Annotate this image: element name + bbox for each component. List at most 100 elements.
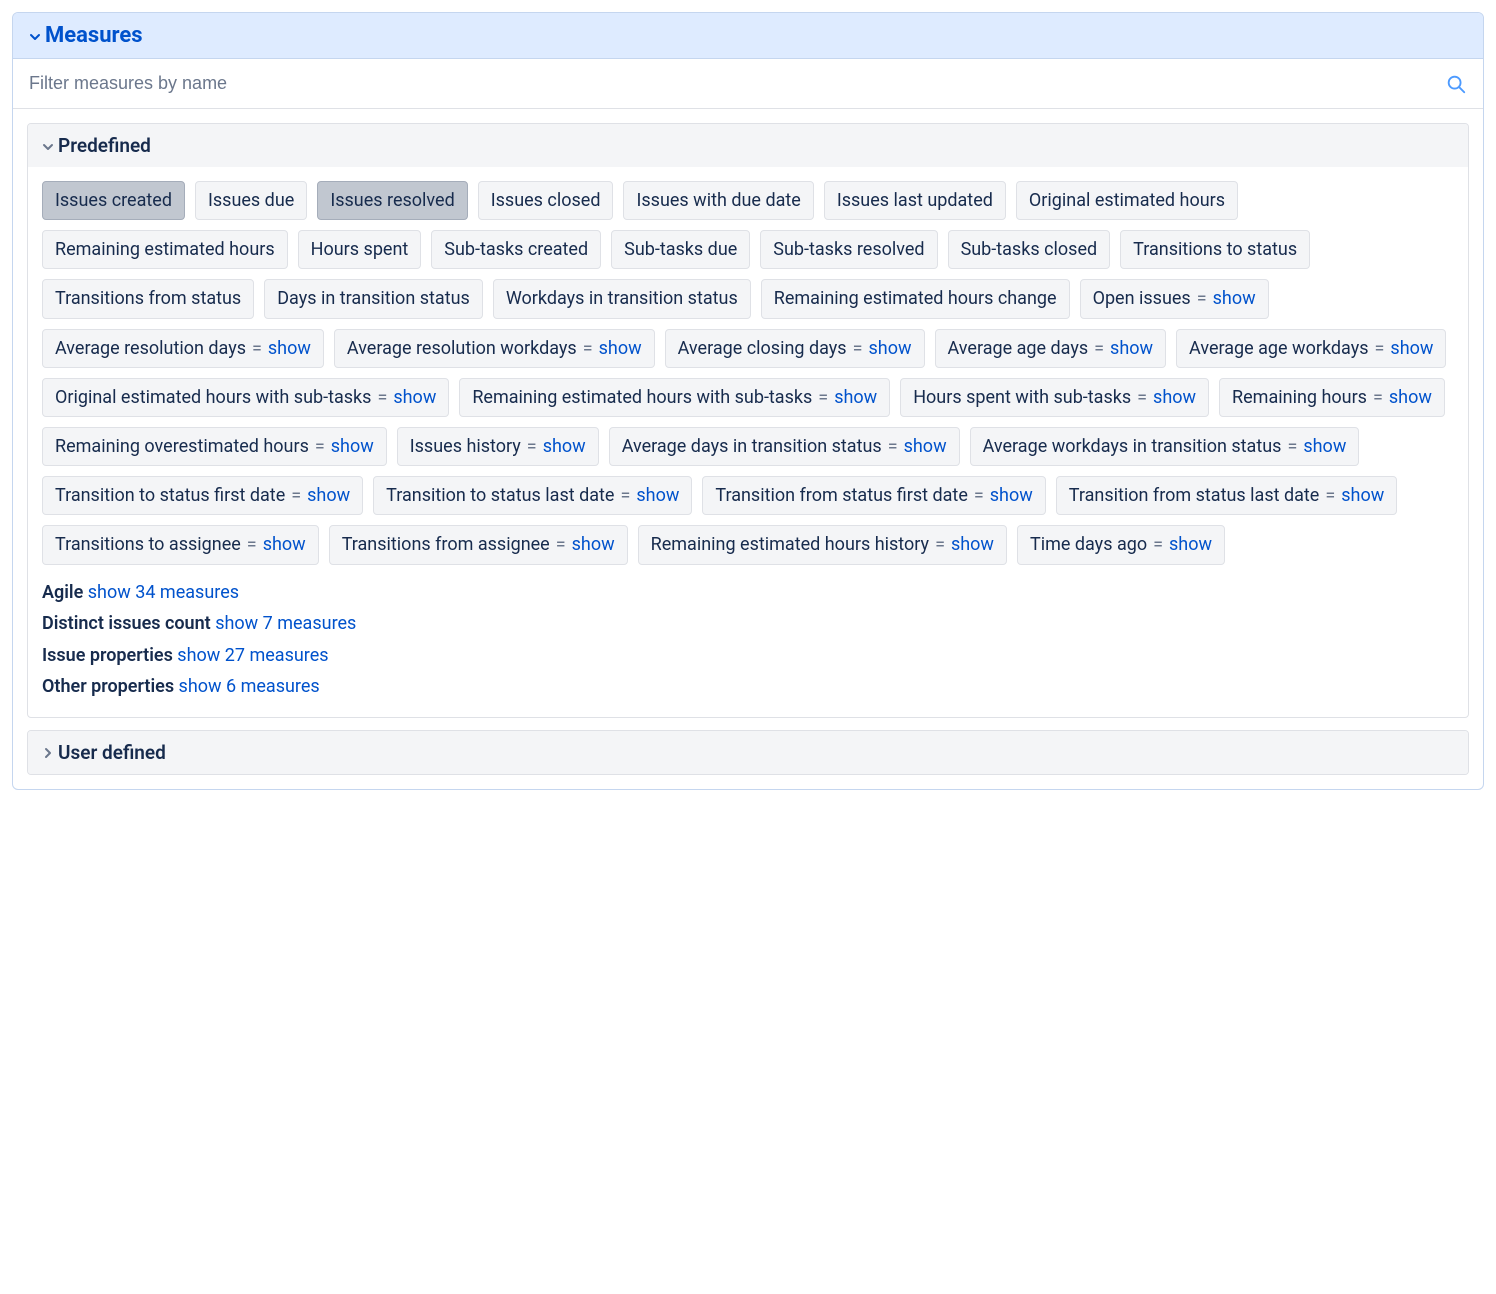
chip-label: Issues closed (491, 188, 601, 213)
section-predefined: Predefined Issues createdIssues dueIssue… (27, 123, 1469, 718)
measure-chip[interactable]: Issues resolved (317, 181, 467, 220)
chip-label: Sub-tasks resolved (773, 237, 924, 262)
chip-show-link[interactable]: show (263, 532, 306, 557)
sub-category-label: Agile (42, 582, 88, 603)
chip-show-link[interactable]: show (572, 532, 615, 557)
measure-chip[interactable]: Hours spent with sub-tasks = show (900, 378, 1209, 417)
measure-chip[interactable]: Sub-tasks resolved (760, 230, 937, 269)
measure-chip[interactable]: Original estimated hours (1016, 181, 1238, 220)
measure-chip[interactable]: Sub-tasks due (611, 230, 750, 269)
measure-chip[interactable]: Remaining hours = show (1219, 378, 1445, 417)
measure-chip[interactable]: Transition from status first date = show (702, 476, 1045, 515)
panel-header[interactable]: Measures (13, 13, 1483, 59)
measure-chip[interactable]: Remaining estimated hours change (761, 279, 1070, 318)
chip-label: Remaining estimated hours history (651, 532, 929, 557)
chip-label: Hours spent (311, 237, 409, 262)
measure-chip[interactable]: Original estimated hours with sub-tasks … (42, 378, 449, 417)
sub-category-link[interactable]: show 6 measures (179, 676, 320, 697)
measure-chip[interactable]: Average days in transition status = show (609, 427, 960, 466)
measure-chip[interactable]: Issues last updated (824, 181, 1006, 220)
measure-chip[interactable]: Issues history = show (397, 427, 599, 466)
chip-show-link[interactable]: show (869, 336, 912, 361)
equals-sign: = (1094, 336, 1104, 361)
chip-label: Transitions from status (55, 286, 241, 311)
chip-show-link[interactable]: show (1213, 286, 1256, 311)
measure-chip[interactable]: Average workdays in transition status = … (970, 427, 1360, 466)
chip-show-link[interactable]: show (307, 483, 350, 508)
chip-label: Workdays in transition status (506, 286, 738, 311)
measure-chip[interactable]: Sub-tasks created (431, 230, 601, 269)
measure-chip[interactable]: Issues due (195, 181, 307, 220)
measure-chip[interactable]: Time days ago = show (1017, 525, 1225, 564)
equals-sign: = (1197, 286, 1207, 311)
chip-show-link[interactable]: show (904, 434, 947, 459)
filter-input[interactable] (29, 73, 1445, 94)
chip-show-link[interactable]: show (636, 483, 679, 508)
chip-label: Average age days (948, 336, 1089, 361)
chip-label: Transition from status first date (715, 483, 968, 508)
search-icon[interactable] (1445, 73, 1467, 95)
chip-label: Issues last updated (837, 188, 993, 213)
measure-chip[interactable]: Sub-tasks closed (948, 230, 1111, 269)
measure-chip[interactable]: Transition to status last date = show (373, 476, 692, 515)
measure-chip[interactable]: Issues closed (478, 181, 614, 220)
chip-show-link[interactable]: show (1303, 434, 1346, 459)
chip-label: Original estimated hours with sub-tasks (55, 385, 371, 410)
chip-show-link[interactable]: show (331, 434, 374, 459)
chip-show-link[interactable]: show (990, 483, 1033, 508)
chip-show-link[interactable]: show (1153, 385, 1196, 410)
measure-chip[interactable]: Average closing days = show (665, 329, 925, 368)
measure-chip[interactable]: Workdays in transition status (493, 279, 751, 318)
section-header-user-defined[interactable]: User defined (28, 731, 1468, 774)
measure-chip[interactable]: Remaining estimated hours (42, 230, 288, 269)
measure-chip[interactable]: Transitions from status (42, 279, 254, 318)
chip-label: Transition to status first date (55, 483, 285, 508)
measure-chip[interactable]: Average age workdays = show (1176, 329, 1446, 368)
chip-show-link[interactable]: show (1110, 336, 1153, 361)
sub-category-link[interactable]: show 34 measures (88, 582, 239, 603)
chip-show-link[interactable]: show (599, 336, 642, 361)
measure-chip[interactable]: Issues with due date (623, 181, 813, 220)
chip-label: Hours spent with sub-tasks (913, 385, 1131, 410)
measure-chip[interactable]: Transitions from assignee = show (329, 525, 628, 564)
measure-chip[interactable]: Transition from status last date = show (1056, 476, 1397, 515)
chip-show-link[interactable]: show (951, 532, 994, 557)
chip-show-link[interactable]: show (268, 336, 311, 361)
sub-category-row: Distinct issues count show 7 measures (42, 608, 1454, 640)
measure-chip[interactable]: Average age days = show (935, 329, 1167, 368)
chip-show-link[interactable]: show (1390, 336, 1433, 361)
equals-sign: = (247, 532, 257, 557)
chip-show-link[interactable]: show (1389, 385, 1432, 410)
measure-chips: Issues created Issues due Issues resolved I… (42, 181, 1454, 565)
measure-chip[interactable]: Remaining estimated hours history = show (638, 525, 1007, 564)
sub-category-link[interactable]: show 27 measures (177, 645, 328, 666)
chip-show-link[interactable]: show (834, 385, 877, 410)
chip-label: Average workdays in transition status (983, 434, 1282, 459)
measure-chip[interactable]: Remaining overestimated hours = show (42, 427, 387, 466)
measure-chip[interactable]: Hours spent (298, 230, 422, 269)
measure-chip[interactable]: Average resolution workdays = show (334, 329, 655, 368)
chip-show-link[interactable]: show (393, 385, 436, 410)
chip-label: Sub-tasks created (444, 237, 588, 262)
section-user-defined: User defined (27, 730, 1469, 775)
equals-sign: = (974, 483, 984, 508)
section-title: Predefined (58, 134, 151, 157)
measure-chip[interactable]: Transitions to assignee = show (42, 525, 319, 564)
chip-label: Remaining estimated hours with sub-tasks (472, 385, 812, 410)
chip-show-link[interactable]: show (1169, 532, 1212, 557)
measure-chip[interactable]: Transitions to status (1120, 230, 1310, 269)
measure-chip[interactable]: Remaining estimated hours with sub-tasks… (459, 378, 890, 417)
chip-label: Time days ago (1030, 532, 1147, 557)
section-header-predefined[interactable]: Predefined (28, 124, 1468, 167)
chip-label: Open issues (1093, 286, 1191, 311)
chip-show-link[interactable]: show (543, 434, 586, 459)
measure-chip[interactable]: Open issues = show (1080, 279, 1269, 318)
measure-chip[interactable]: Issues created (42, 181, 185, 220)
sub-category-link[interactable]: show 7 measures (215, 613, 356, 634)
chip-label: Average resolution days (55, 336, 246, 361)
chip-show-link[interactable]: show (1341, 483, 1384, 508)
measure-chip[interactable]: Days in transition status (264, 279, 483, 318)
measure-chip[interactable]: Average resolution days = show (42, 329, 324, 368)
measure-chip[interactable]: Transition to status first date = show (42, 476, 363, 515)
chip-label: Issues history (410, 434, 521, 459)
